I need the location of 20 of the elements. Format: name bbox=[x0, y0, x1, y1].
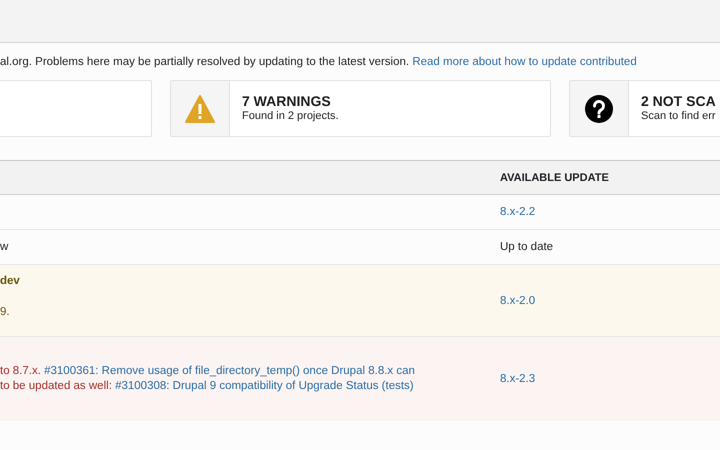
update-link[interactable]: 8.x-2.0 bbox=[500, 294, 536, 306]
row-text: 9. bbox=[0, 306, 10, 318]
summary-subtitle: Scan to find err bbox=[641, 110, 716, 122]
update-link[interactable]: 8.x-2.2 bbox=[500, 206, 536, 218]
summary-title: 7 WARNINGS bbox=[242, 93, 332, 109]
row-text: w bbox=[0, 241, 8, 253]
issue-link[interactable]: #3100361: Remove usage of file_directory_temp() once Drupal 8.8.x can bbox=[44, 365, 415, 377]
update-status: Up to date bbox=[500, 241, 554, 253]
intro-text: al.org. Problems here may be partially resolved by updating to the latest version. bbox=[0, 56, 410, 68]
column-header: AVAILABLE UPDATE bbox=[500, 172, 609, 184]
warning-icon bbox=[185, 94, 215, 122]
update-link[interactable]: 8.x-2.3 bbox=[500, 373, 536, 385]
update-guide-link[interactable]: Read more about how to update contributed bbox=[412, 56, 637, 68]
row-text: to 8.7.x. bbox=[0, 365, 41, 377]
row-text: to be updated as well: bbox=[0, 380, 112, 392]
summary-subtitle: Found in 2 projects. bbox=[242, 110, 339, 122]
summary-title: 2 NOT SCA bbox=[641, 93, 716, 109]
project-name: dev bbox=[0, 275, 21, 287]
issue-link[interactable]: #3100308: Drupal 9 compatibility of Upgrade Status (tests) bbox=[115, 380, 414, 392]
help-icon bbox=[585, 94, 613, 122]
